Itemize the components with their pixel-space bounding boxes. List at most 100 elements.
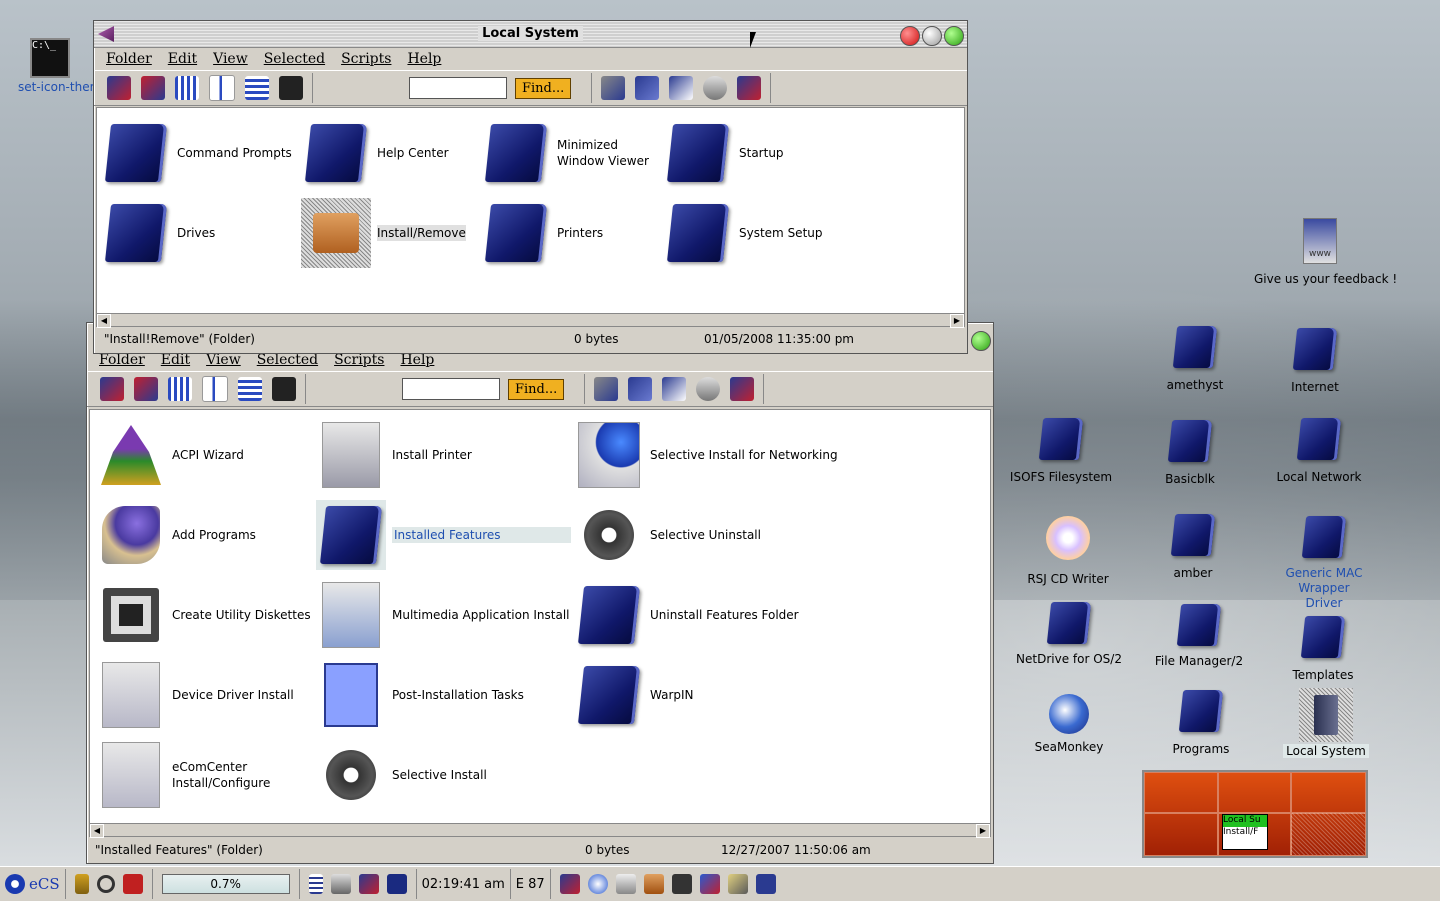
magnifier-icon[interactable] (96, 875, 115, 893)
pager-cell[interactable] (1290, 812, 1366, 856)
maximize-button[interactable] (944, 26, 964, 46)
desktop-icon-feedback[interactable]: www Give us your feedback ! (1254, 218, 1397, 286)
horizontal-scrollbar[interactable]: ◀ ▶ (89, 823, 991, 838)
drives-icon[interactable] (330, 874, 351, 894)
folder-item[interactable]: Selective Install for Networking (574, 420, 838, 490)
package-icon[interactable] (643, 874, 664, 894)
copy-icon[interactable] (628, 377, 653, 401)
printer-icon[interactable] (615, 874, 636, 894)
folder-item[interactable]: Help Center (301, 118, 449, 188)
find-button[interactable]: Find... (515, 77, 572, 99)
scroll-right-icon[interactable]: ▶ (976, 824, 990, 838)
scroll-right-icon[interactable]: ▶ (950, 314, 964, 328)
tools-icon[interactable] (358, 874, 379, 894)
folder-item[interactable]: Uninstall Features Folder (574, 580, 799, 650)
details-view-icon[interactable] (202, 376, 228, 402)
folder-item[interactable]: eComCenter Install/Configure (96, 740, 272, 810)
find-button[interactable]: Find... (508, 378, 565, 400)
desktop-icon-set-icon[interactable]: C:\_ set-icon-ther (0, 38, 100, 94)
pager-cell[interactable] (1144, 812, 1219, 856)
delete-icon[interactable] (737, 76, 762, 100)
menu-view[interactable]: View (198, 352, 249, 368)
minimize-button[interactable] (922, 26, 942, 46)
ecs-network-icon[interactable] (755, 874, 776, 894)
ecs-menu[interactable]: eCS (0, 869, 66, 899)
tools-icon[interactable] (601, 76, 626, 100)
desktop-icon-basicblk[interactable]: Basicblk (1135, 420, 1245, 486)
folder-item[interactable]: Startup (663, 118, 784, 188)
scroll-left-icon[interactable]: ◀ (90, 824, 104, 838)
lock-icon[interactable] (74, 874, 89, 894)
tools-icon[interactable] (594, 377, 619, 401)
menu-view[interactable]: View (205, 51, 256, 67)
desktop-icon-rsj[interactable]: RSJ CD Writer (1013, 516, 1123, 586)
tree-view-icon[interactable] (245, 76, 269, 100)
desktop-icon-templates[interactable]: Templates (1268, 616, 1378, 682)
seamonkey-icon[interactable] (587, 874, 608, 894)
desktop-icon-local-network[interactable]: Local Network (1264, 418, 1374, 484)
desktop-icon-local-system[interactable]: Local System (1271, 688, 1381, 758)
calculator-icon[interactable] (671, 874, 692, 894)
folder-item[interactable]: Command Prompts (101, 118, 292, 188)
open-parent-icon[interactable] (134, 377, 158, 401)
desktop-icon-amethyst[interactable]: amethyst (1140, 326, 1250, 392)
folder-item[interactable]: Selective Uninstall (574, 500, 761, 570)
details-view-icon[interactable] (209, 75, 235, 101)
folder-item[interactable]: Create Utility Diskettes (96, 580, 311, 650)
pencil-icon[interactable] (727, 874, 748, 894)
desktop-icon-internet[interactable]: Internet (1260, 328, 1370, 394)
desktop-icon-netdrive[interactable]: NetDrive for OS/2 (1014, 602, 1124, 666)
folder-item[interactable]: Device Driver Install (96, 660, 294, 730)
folder-item-selected[interactable]: Install/Remove (301, 198, 466, 268)
drive-icon[interactable] (696, 377, 721, 401)
tree-view-icon[interactable] (238, 377, 262, 401)
open-parent-icon[interactable] (141, 76, 165, 100)
window-list-icon[interactable] (308, 874, 323, 894)
folder-item[interactable]: Drives (101, 198, 215, 268)
folder-item[interactable]: Install Printer (316, 420, 472, 490)
terminal-icon[interactable] (279, 76, 303, 100)
folder-item[interactable]: Add Programs (96, 500, 256, 570)
install-remove-window[interactable]: Folder Edit View Selected Scripts Help F… (86, 322, 994, 864)
shutdown-icon[interactable] (122, 874, 143, 894)
folder-item[interactable]: ACPI Wizard (96, 420, 244, 490)
menu-edit[interactable]: Edit (160, 51, 205, 67)
menu-selected[interactable]: Selected (249, 352, 326, 368)
search-input[interactable] (409, 77, 507, 99)
desktop-icon-isofs[interactable]: ISOFS Filesystem (1006, 418, 1116, 484)
pager-cell[interactable] (1144, 772, 1219, 814)
network-icon[interactable] (699, 874, 720, 894)
folder-item[interactable]: Multimedia Application Install (316, 580, 570, 650)
folder-item[interactable]: System Setup (663, 198, 823, 268)
menu-selected[interactable]: Selected (256, 51, 333, 67)
horizontal-scrollbar[interactable]: ◀ ▶ (96, 313, 965, 328)
menu-help[interactable]: Help (399, 51, 449, 67)
settings-icon[interactable] (559, 874, 580, 894)
menu-folder[interactable]: Folder (98, 51, 160, 67)
folder-item[interactable]: WarpIN (574, 660, 694, 730)
desktop-icon-amber[interactable]: amber (1138, 514, 1248, 580)
desktop-icon-seamonkey[interactable]: SeaMonkey (1014, 694, 1124, 754)
copy-icon[interactable] (635, 76, 660, 100)
move-icon[interactable] (669, 76, 694, 100)
up-folder-icon[interactable] (100, 377, 124, 401)
drive-icon[interactable] (703, 76, 728, 100)
menu-scripts[interactable]: Scripts (333, 51, 399, 67)
local-system-window[interactable]: Local System Folder Edit View Selected S… (93, 20, 968, 354)
desktop-icon-file-manager[interactable]: File Manager/2 (1144, 604, 1254, 668)
virtual-desktop-pager[interactable]: Local Su Install/F (1142, 770, 1368, 858)
title-bar[interactable]: Local System (94, 21, 967, 48)
folder-item[interactable]: Post-Installation Tasks (316, 660, 524, 730)
maximize-button[interactable] (971, 331, 991, 351)
desktop-icon-mac-wrapper[interactable]: Generic MAC Wrapper Driver (1264, 516, 1384, 611)
scroll-left-icon[interactable]: ◀ (97, 314, 111, 328)
menu-folder[interactable]: Folder (91, 352, 153, 368)
close-button[interactable] (900, 26, 920, 46)
command-icon[interactable] (386, 874, 407, 894)
folder-item-selected[interactable]: Installed Features (316, 500, 571, 570)
delete-icon[interactable] (730, 377, 755, 401)
terminal-icon[interactable] (272, 377, 296, 401)
search-input[interactable] (402, 378, 500, 400)
menu-scripts[interactable]: Scripts (326, 352, 392, 368)
pager-cell[interactable] (1217, 772, 1292, 814)
